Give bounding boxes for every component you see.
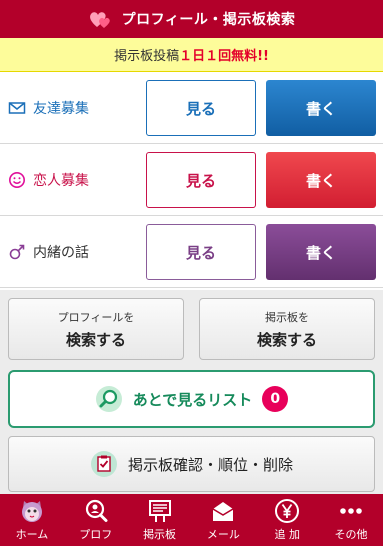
nav-profile[interactable]: プロフ: [64, 494, 128, 546]
search-board-button[interactable]: 掲示板を 検索する: [199, 298, 375, 360]
checklist-icon: [90, 451, 117, 477]
search-profile-sublabel: プロフィールを: [57, 310, 135, 324]
nav-profile-label: プロフ: [79, 528, 113, 541]
board-categories: 友達募集 見る 書く 恋人募集 見る 書く 内緒の話 見る 書く: [0, 72, 383, 290]
watch-later-list-button[interactable]: あとで見るリスト 0: [8, 370, 375, 428]
board-row-lovers: 恋人募集 見る 書く: [0, 144, 383, 216]
nav-mail[interactable]: メール: [191, 494, 255, 546]
notice-highlight: １日１回無料!!: [179, 49, 269, 64]
friends-see-button[interactable]: 見る: [146, 80, 256, 136]
lovers-label: 恋人募集: [33, 173, 89, 189]
nav-more[interactable]: その他: [319, 494, 383, 546]
search-profile-button[interactable]: プロフィールを 検索する: [8, 298, 184, 360]
nav-home-label: ホーム: [15, 528, 49, 541]
free-post-notice: 掲示板投稿 １日１回無料!!: [0, 38, 383, 72]
gender-symbol-icon: [9, 244, 25, 260]
search-board-label: 検索する: [256, 330, 317, 349]
lovers-write-button[interactable]: 書く: [266, 152, 376, 208]
envelope-icon: [8, 102, 26, 114]
notice-prefix: 掲示板投稿: [114, 49, 180, 64]
board-row-friends: 友達募集 見る 書く: [0, 72, 383, 144]
lovers-see-button[interactable]: 見る: [146, 152, 256, 208]
mail-icon: [212, 502, 234, 521]
secret-label: 内緒の話: [33, 245, 89, 261]
hearts-icon: [89, 12, 110, 28]
nav-add[interactable]: 追 加: [255, 494, 319, 546]
board-manage-button[interactable]: 掲示板確認・順位・削除: [8, 436, 375, 492]
magnifier-icon: [95, 386, 122, 412]
yen-icon: [275, 499, 300, 523]
smiley-icon: [9, 172, 25, 188]
bottom-nav: ホーム プロフ 掲示板 メール 追 加 その他: [0, 494, 383, 546]
secret-write-button[interactable]: 書く: [266, 224, 376, 280]
cat-avatar-icon: [21, 501, 42, 522]
secret-see-button[interactable]: 見る: [146, 224, 256, 280]
nav-home[interactable]: ホーム: [0, 494, 64, 546]
watch-later-count-badge: 0: [262, 386, 289, 412]
friends-write-button[interactable]: 書く: [266, 80, 376, 136]
watch-later-label: あとで見るリスト: [132, 390, 253, 409]
board-manage-label: 掲示板確認・順位・削除: [127, 455, 293, 474]
more-icon: [340, 508, 362, 514]
profile-search-icon: [85, 499, 108, 522]
friends-label: 友達募集: [33, 101, 89, 117]
page-title: プロフィール・掲示板検索: [121, 12, 296, 28]
search-profile-label: 検索する: [65, 330, 126, 349]
page-header: プロフィール・掲示板検索: [0, 0, 383, 38]
board-sign-icon: [148, 500, 171, 522]
nav-board-label: 掲示板: [143, 528, 177, 541]
search-board-sublabel: 掲示板を: [265, 310, 309, 324]
nav-board[interactable]: 掲示板: [128, 494, 192, 546]
nav-mail-label: メール: [206, 528, 240, 541]
board-row-secret: 内緒の話 見る 書く: [0, 216, 383, 288]
nav-more-label: その他: [334, 528, 368, 541]
nav-add-label: 追 加: [274, 528, 300, 541]
